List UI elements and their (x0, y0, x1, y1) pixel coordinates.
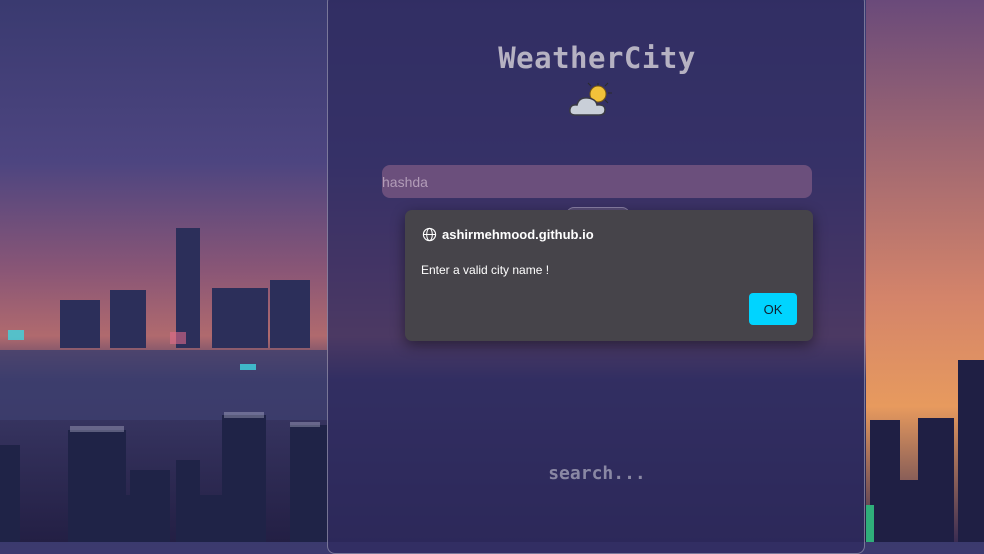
partly-cloudy-icon (569, 82, 612, 116)
city-search-input[interactable] (382, 165, 812, 198)
alert-dialog: ashirmehmood.github.io Enter a valid cit… (405, 210, 813, 341)
globe-icon (422, 227, 437, 242)
dialog-origin: ashirmehmood.github.io (422, 227, 594, 242)
dialog-origin-text: ashirmehmood.github.io (442, 227, 594, 242)
status-text: search... (548, 463, 646, 484)
dialog-message: Enter a valid city name ! (421, 263, 550, 277)
app-title: WeatherCity (498, 41, 696, 75)
ok-button[interactable]: OK (749, 293, 797, 325)
